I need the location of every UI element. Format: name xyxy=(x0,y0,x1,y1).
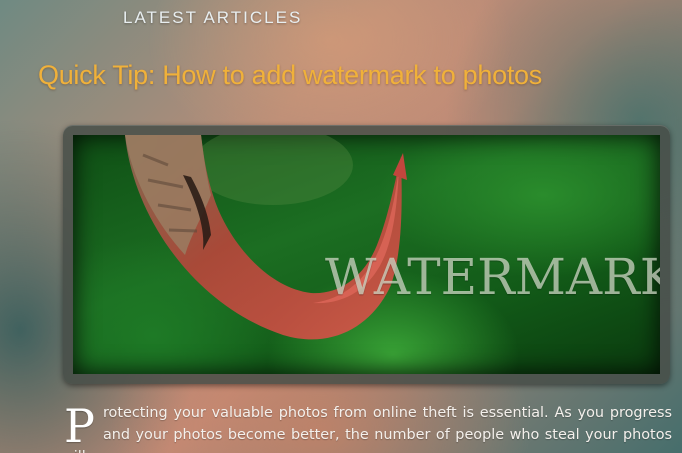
article-excerpt: P rotecting your valuable photos from on… xyxy=(62,402,672,453)
article-image-frame: WATERMARK xyxy=(63,125,670,384)
article-excerpt-text: rotecting your valuable photos from onli… xyxy=(62,405,672,453)
drop-cap-letter: P xyxy=(64,399,95,453)
article-title[interactable]: Quick Tip: How to add watermark to photo… xyxy=(38,60,542,91)
latest-articles-heading: LATEST ARTICLES xyxy=(123,8,303,27)
article-image[interactable]: WATERMARK xyxy=(73,135,660,374)
watermark-text: WATERMARK xyxy=(325,248,660,306)
